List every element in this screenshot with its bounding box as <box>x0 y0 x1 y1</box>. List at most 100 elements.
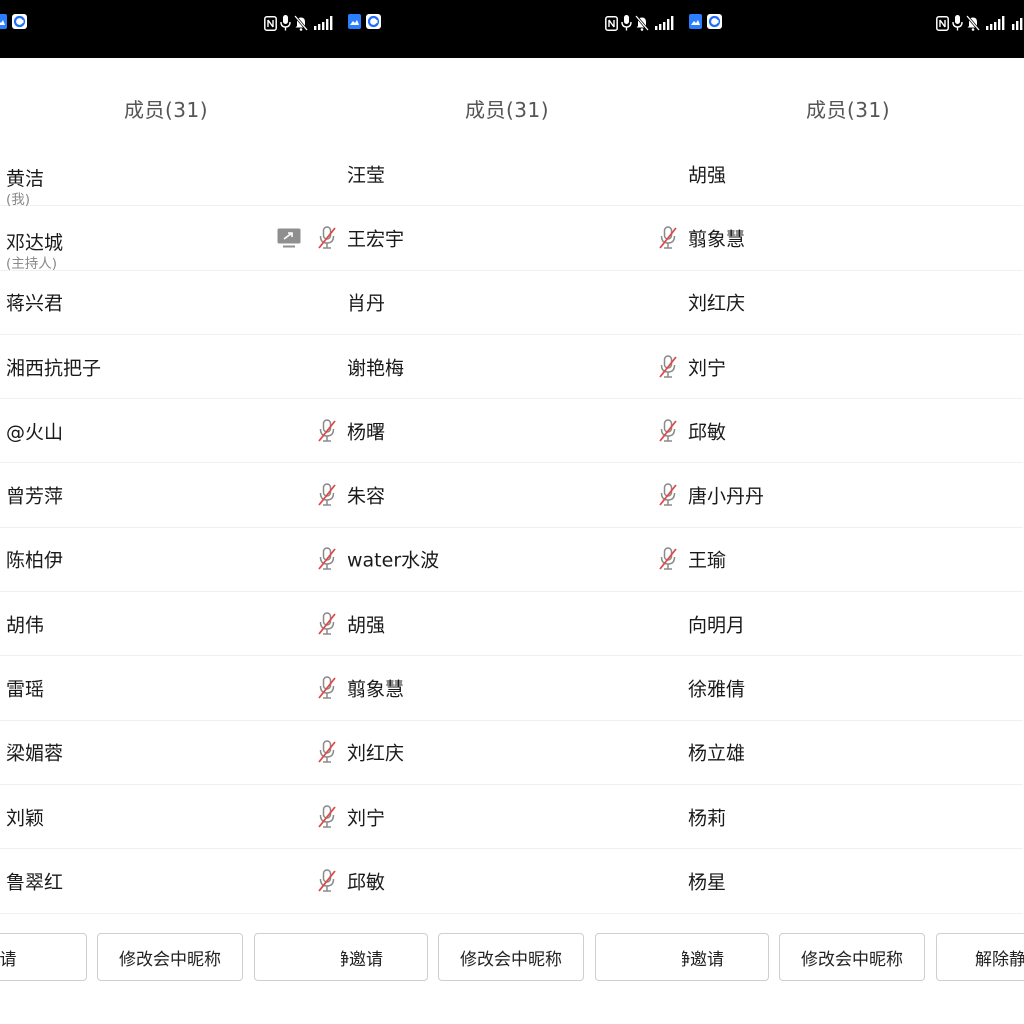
member-name: 陈柏伊 <box>6 549 64 572</box>
gallery-app-icon <box>348 13 361 33</box>
member-name: 蒋兴君 <box>6 292 64 315</box>
member-name: 刘宁 <box>688 357 727 380</box>
member-role-label: (主持人) <box>6 256 58 273</box>
member-name: 黄洁 <box>6 168 45 190</box>
mic-muted-icon <box>658 482 678 508</box>
status-left-icons <box>682 13 722 33</box>
bell-off-icon <box>966 15 980 31</box>
member-row[interactable]: 邓达城 (主持人) <box>0 206 341 273</box>
member-row[interactable]: 邱敏 <box>341 849 682 914</box>
member-row[interactable]: 胡强 <box>341 592 682 657</box>
gallery-app-icon <box>0 13 7 33</box>
member-name: 邓达城 <box>6 232 64 255</box>
member-name: 梁媚蓉 <box>6 742 64 765</box>
member-row[interactable]: 刘颖 <box>0 785 341 850</box>
member-name: 杨立雄 <box>688 742 746 765</box>
member-row[interactable]: 梁媚蓉 <box>0 721 341 785</box>
mic-muted-icon <box>658 418 678 444</box>
member-row[interactable]: 唐小丹丹 <box>682 463 1023 528</box>
member-row[interactable]: 翦象慧 <box>341 656 682 721</box>
mic-muted-icon <box>658 546 678 572</box>
change-nickname-button[interactable]: 修改会中昵称 <box>438 933 584 981</box>
member-row[interactable]: 刘宁 <box>341 785 682 850</box>
member-row[interactable]: 胡强 <box>682 142 1023 207</box>
nfc-icon <box>605 15 618 31</box>
member-row[interactable]: 徐雅倩 <box>682 656 1023 721</box>
member-name: 刘宁 <box>347 807 386 830</box>
member-name: 唐小丹丹 <box>688 485 765 508</box>
unmute-invite-button-partial[interactable]: 解除静 <box>936 933 1024 981</box>
member-row[interactable]: 杨星 <box>682 849 1023 914</box>
member-row[interactable]: 朱容 <box>341 463 682 528</box>
member-row[interactable]: 蒋兴君 <box>0 271 341 335</box>
member-row[interactable]: 湘西抗把子 <box>0 335 341 400</box>
member-name: 朱容 <box>347 485 386 508</box>
member-row[interactable]: 杨立雄 <box>682 721 1023 785</box>
member-row[interactable]: 曾芳萍 <box>0 463 341 528</box>
member-name: 胡强 <box>347 614 386 637</box>
member-row[interactable]: 翦象慧 <box>682 206 1023 271</box>
mic-muted-icon <box>317 418 337 444</box>
nfc-icon <box>936 15 949 31</box>
gallery-app-icon <box>689 13 702 33</box>
mic-muted-icon <box>658 354 678 380</box>
unmute-invite-button-overlap[interactable] <box>254 933 341 981</box>
member-name: water水波 <box>347 549 440 572</box>
member-name: 鲁翠红 <box>6 871 64 894</box>
member-row[interactable]: 杨莉 <box>682 785 1023 850</box>
member-name: 王瑜 <box>688 549 727 572</box>
mic-muted-icon <box>317 739 337 765</box>
change-nickname-button[interactable]: 修改会中昵称 <box>779 933 925 981</box>
member-role-label: (我) <box>6 192 31 208</box>
member-row[interactable]: 鲁翠红 <box>0 849 341 914</box>
unmute-invite-button[interactable]: 解除静邀请 <box>682 933 769 981</box>
member-row[interactable]: 谢艳梅 <box>341 335 682 400</box>
mic-muted-icon <box>317 675 337 701</box>
microphone-icon <box>952 15 963 31</box>
member-row[interactable]: 肖丹 <box>341 271 682 335</box>
signal-icon <box>341 14 343 33</box>
member-name: 胡强 <box>688 164 727 187</box>
microphone-icon <box>280 15 291 31</box>
member-name: 肖丹 <box>347 292 386 315</box>
unmute-invite-button-overlap[interactable] <box>595 933 682 981</box>
member-row[interactable]: 杨曙 <box>341 399 682 464</box>
member-row[interactable]: 胡伟 <box>0 592 341 657</box>
member-row[interactable]: 陈柏伊 <box>0 528 341 593</box>
microphone-icon <box>621 15 632 31</box>
member-name: 胡伟 <box>6 614 45 637</box>
panel-2: 成员(31) 汪莹 王宏宇 肖丹 谢艳梅 杨曙 朱容 water水波 胡强 翦象慧 刘红庆 刘宁 邱敏… <box>341 0 682 1024</box>
status-left-icons <box>341 13 381 33</box>
member-row[interactable]: 黄洁 (我) <box>0 142 341 208</box>
member-name: 徐雅倩 <box>688 678 746 701</box>
member-row[interactable]: water水波 <box>341 528 682 593</box>
panel-1: 成员(31) 黄洁 (我) 邓达城 (主持人) 蒋兴君 湘西抗把子 @火山 曾芳萍 陈柏伊 胡伟雷… <box>0 0 341 1024</box>
member-row[interactable]: 王宏宇 <box>341 206 682 271</box>
member-list: 汪莹 王宏宇肖丹谢艳梅 杨曙朱容 water水波 胡强翦象慧 刘红庆刘宁邱敏 <box>341 142 682 914</box>
member-row[interactable]: 向明月 <box>682 592 1023 657</box>
member-row[interactable]: 汪莹 <box>341 142 682 207</box>
member-row[interactable]: 王瑜 <box>682 528 1023 593</box>
member-row[interactable]: 邱敏 <box>682 399 1023 464</box>
screen-share-icon <box>277 228 301 248</box>
signal-icon <box>1012 16 1024 30</box>
member-name: 翦象慧 <box>688 228 746 251</box>
change-nickname-button[interactable]: 修改会中昵称 <box>97 933 243 981</box>
member-row[interactable]: @火山 <box>0 399 341 464</box>
member-row[interactable]: 雷瑶 <box>0 656 341 721</box>
members-title: 成员(31) <box>123 98 209 122</box>
member-row[interactable]: 刘红庆 <box>341 721 682 785</box>
member-row[interactable]: 刘宁 <box>682 335 1023 400</box>
unmute-invite-button[interactable]: 解除静邀请 <box>341 933 428 981</box>
mic-muted-icon <box>317 225 337 251</box>
nfc-icon <box>264 15 277 31</box>
invite-button[interactable]: 邀请 <box>0 933 87 981</box>
mic-muted-icon <box>317 611 337 637</box>
member-name: 向明月 <box>688 614 746 637</box>
member-name: 邱敏 <box>688 421 727 444</box>
member-name: 刘颖 <box>6 807 45 830</box>
member-row[interactable]: 刘红庆 <box>682 271 1023 335</box>
member-name: @火山 <box>6 421 64 444</box>
member-list: 胡强翦象慧刘红庆刘宁邱敏唐小丹丹王瑜向明月徐雅倩杨立雄杨莉 杨星 <box>682 142 1023 914</box>
status-bar <box>341 0 682 58</box>
